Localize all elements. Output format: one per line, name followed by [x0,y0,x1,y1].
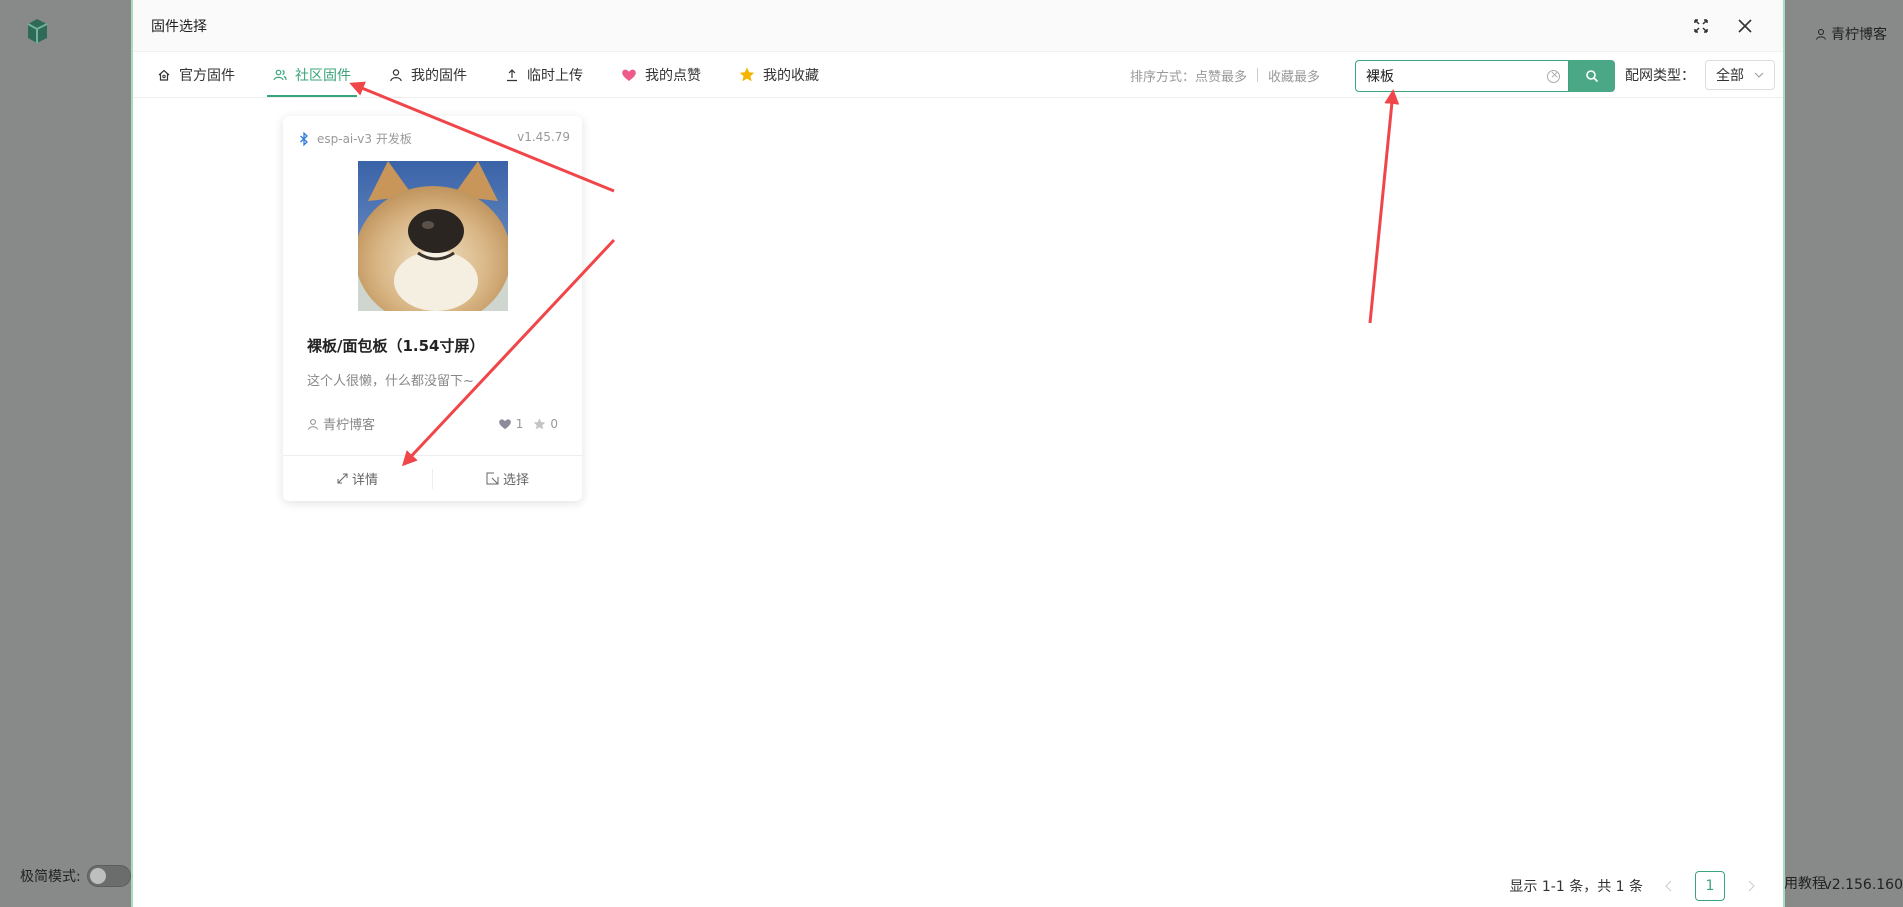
card-description: 这个人很懒，什么都没留下~ [307,374,474,389]
app-logo [22,16,52,46]
pagination-summary: 显示 1-1 条，共 1 条 [1509,879,1643,895]
simple-mode: 极简模式: [20,865,131,887]
network-type-select[interactable]: 全部 [1705,60,1775,90]
tab-my-firmware-label: 我的固件 [411,67,467,84]
chevron-left-icon [1665,880,1672,892]
pagination: 显示 1-1 条，共 1 条 1 [1509,871,1765,901]
network-type: 配网类型： 全部 [1625,52,1775,98]
upload-icon [507,68,517,81]
detail-button-label: 详情 [351,473,378,488]
bluetooth-icon [300,131,308,146]
bg-user-menu: 青柠博客 [1815,24,1887,44]
tab-my-favorites-label: 我的收藏 [763,67,819,84]
card-author-name: 青柠博客 [323,418,376,433]
network-type-value: 全部 [1716,68,1744,84]
card-title: 裸板/面包板（1.54寸屏） [307,337,485,355]
sort-most-favorites[interactable]: 收藏最多 [1268,66,1320,85]
firmware-card: esp-ai-v3 开发板 v1.45.79 裸板/面包板（1.54寸屏） 这个… [283,116,582,501]
user-icon [308,418,318,430]
favorite-count[interactable]: 0 [533,417,558,431]
tab-official-label: 官方固件 [179,67,235,84]
firmware-select-modal: 固件选择 官方固件 社区固件 我的固件 临时上传 我的点赞 我的收藏 排序方式：… [131,0,1785,907]
next-page-button[interactable] [1737,872,1765,900]
network-type-label: 配网类型： [1625,68,1695,84]
chevron-down-icon [1754,72,1764,78]
select-button[interactable]: 选择 [433,469,582,488]
card-board: esp-ai-v3 开发板 [317,132,412,146]
firmware-image [357,161,508,311]
search-bar: 裸板 [1355,60,1615,92]
expand-icon [337,473,348,484]
close-button[interactable] [1733,14,1757,38]
tab-community[interactable]: 社区固件 [267,52,357,97]
tab-my-likes-label: 我的点赞 [645,67,701,84]
prev-page-button[interactable] [1655,872,1683,900]
search-button[interactable] [1569,60,1615,92]
page-number[interactable]: 1 [1695,871,1725,901]
select-button-label: 选择 [502,473,529,488]
like-count-value: 1 [515,416,524,431]
tab-official[interactable]: 官方固件 [151,52,241,97]
bg-user-name: 青柠博客 [1831,27,1887,43]
search-icon [1586,70,1599,83]
star-icon [739,67,755,82]
favorite-count-value: 0 [550,416,558,431]
search-input-value: 裸板 [1366,69,1394,85]
select-icon [486,472,499,485]
heart-icon [498,418,511,429]
tab-community-label: 社区固件 [295,67,351,84]
simple-mode-toggle [86,865,131,887]
tab-bar: 官方固件 社区固件 我的固件 临时上传 我的点赞 我的收藏 [151,52,851,97]
sort-divider [1257,68,1259,82]
card-version: v1.45.79 [517,130,570,144]
fullscreen-button[interactable] [1689,14,1713,38]
tab-my-favorites[interactable]: 我的收藏 [733,52,825,97]
bg-version: v2.156.160 [1823,877,1903,893]
sort-label: 排序方式： [1130,69,1196,85]
modal-header: 固件选择 [133,0,1783,52]
card-meta: 青柠博客 1 0 [307,414,558,433]
user-icon [390,68,402,81]
modal-title: 固件选择 [151,18,207,35]
community-icon [273,69,287,80]
tab-my-firmware[interactable]: 我的固件 [383,52,473,97]
sort-options: 排序方式： 点赞最多 收藏最多 [1130,52,1320,98]
user-icon [1816,29,1826,40]
card-header: esp-ai-v3 开发板 v1.45.79 [283,116,582,147]
star-icon [534,417,546,429]
detail-button[interactable]: 详情 [283,469,432,488]
bg-tutorial: 用教程 [1784,876,1826,892]
fullscreen-icon [1694,19,1708,33]
close-icon [1738,19,1752,33]
tab-my-likes[interactable]: 我的点赞 [615,52,707,97]
search-input[interactable]: 裸板 [1355,60,1569,92]
simple-mode-label: 极简模式: [20,869,81,885]
tab-temp-upload-label: 临时上传 [527,67,583,84]
card-actions: 详情 选择 [283,455,582,501]
sort-most-likes[interactable]: 点赞最多 [1195,66,1247,85]
clear-icon[interactable] [1547,68,1560,83]
like-count[interactable]: 1 [498,416,524,431]
tab-temp-upload[interactable]: 临时上传 [499,52,589,97]
heart-icon [622,69,636,81]
toolbar: 官方固件 社区固件 我的固件 临时上传 我的点赞 我的收藏 排序方式： 点赞最多… [133,52,1783,98]
card-author: 青柠博客 [307,414,375,433]
chevron-right-icon [1748,880,1755,892]
home-icon [158,69,170,81]
